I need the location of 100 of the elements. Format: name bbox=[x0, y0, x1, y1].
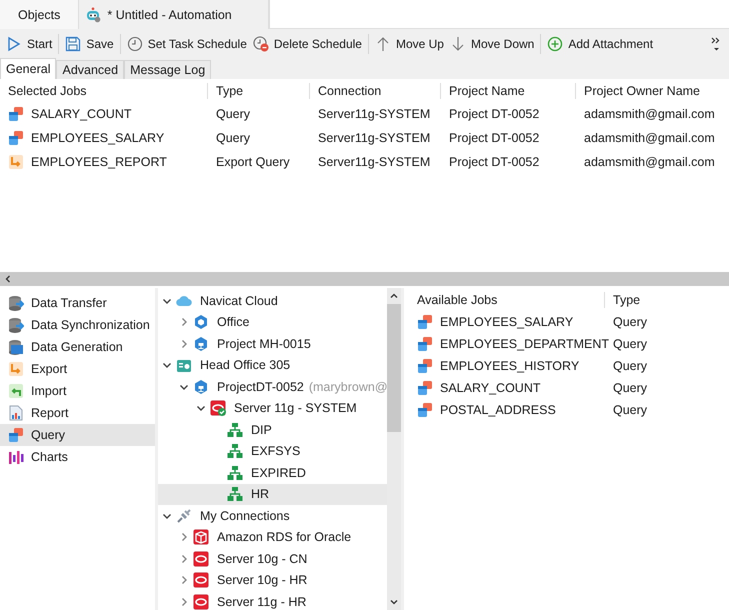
query-icon bbox=[417, 402, 433, 418]
tree-item[interactable]: Office bbox=[158, 312, 387, 333]
toolbar-button[interactable]: Delete Schedule bbox=[250, 34, 364, 54]
column-header[interactable]: Selected Jobs bbox=[8, 84, 87, 98]
tree-item[interactable]: ProjectDT-0052 (marybrown@ bbox=[158, 376, 387, 398]
category-item[interactable]: Charts bbox=[0, 446, 155, 468]
tree-item[interactable]: Amazon RDS for Oracle bbox=[158, 526, 387, 548]
category-item[interactable]: Query bbox=[0, 424, 155, 446]
scroll-left-icon[interactable] bbox=[4, 275, 12, 283]
table-cell: EMPLOYEES_REPORT bbox=[31, 155, 167, 169]
query-icon bbox=[8, 130, 24, 146]
tree-item[interactable]: Server 11g - HR bbox=[158, 591, 387, 610]
table-cell: Query bbox=[613, 315, 648, 329]
table-cell: Query bbox=[613, 403, 648, 417]
column-header[interactable]: Type bbox=[216, 84, 244, 98]
chevron-right-icon[interactable] bbox=[179, 596, 189, 607]
query-icon bbox=[417, 380, 433, 396]
tree-item[interactable]: My Connections bbox=[158, 505, 387, 526]
tab[interactable]: Advanced bbox=[56, 60, 124, 79]
chevron-right-icon[interactable] bbox=[179, 575, 189, 586]
tree-item[interactable]: EXFSYS bbox=[158, 440, 387, 462]
vertical-scrollbar[interactable] bbox=[387, 288, 401, 610]
table-cell: adamsmith@gmail.com bbox=[584, 131, 715, 145]
category-item[interactable]: Data Transfer bbox=[0, 292, 155, 314]
chevron-right-icon[interactable] bbox=[179, 532, 189, 542]
project-icon bbox=[193, 378, 209, 395]
column-header[interactable]: Project Name bbox=[449, 84, 525, 98]
database-icon bbox=[8, 295, 24, 311]
toolbar-button[interactable]: Save bbox=[63, 34, 116, 54]
table-cell: adamsmith@gmail.com bbox=[584, 155, 715, 169]
table-cell: Project DT-0052 bbox=[449, 131, 540, 145]
tree-item[interactable]: HR bbox=[158, 484, 387, 505]
category-item[interactable]: Export bbox=[0, 358, 155, 380]
database-icon bbox=[8, 339, 24, 355]
query-icon bbox=[417, 358, 433, 374]
category-item[interactable]: Data Synchronization bbox=[0, 314, 155, 336]
tree-item[interactable]: Head Office 305 bbox=[158, 354, 387, 376]
category-item[interactable]: Report bbox=[0, 402, 155, 424]
clock-delete-icon bbox=[252, 36, 269, 52]
table-cell: POSTAL_ADDRESS bbox=[440, 403, 556, 417]
table-cell: Project DT-0052 bbox=[449, 107, 540, 121]
plug-icon bbox=[176, 508, 192, 524]
table-cell: adamsmith@gmail.com bbox=[584, 107, 715, 121]
table-cell: Query bbox=[613, 337, 648, 351]
table-cell: EMPLOYEES_SALARY bbox=[31, 131, 164, 145]
overflow-icon[interactable] bbox=[711, 36, 721, 52]
tree-item[interactable]: DIP bbox=[158, 419, 387, 440]
server-icon bbox=[210, 400, 226, 416]
schema-icon bbox=[227, 422, 243, 438]
database-icon bbox=[8, 317, 24, 333]
toolbar-button[interactable]: Move Down bbox=[448, 34, 536, 54]
table-cell: EMPLOYEES_SALARY bbox=[440, 315, 574, 329]
office-icon bbox=[176, 357, 192, 374]
table-cell: Query bbox=[216, 107, 250, 121]
project-icon bbox=[193, 336, 209, 352]
clock-icon bbox=[126, 36, 143, 52]
toolbar-button[interactable]: Add Attachment bbox=[545, 34, 656, 54]
query-icon bbox=[417, 314, 433, 330]
scroll-up-icon[interactable] bbox=[390, 292, 398, 300]
toolbar-button[interactable]: Start bbox=[4, 34, 54, 54]
table-cell: EMPLOYEES_DEPARTMENT bbox=[440, 337, 610, 351]
tab[interactable]: General bbox=[0, 58, 56, 79]
table-cell: Server11g-SYSTEM bbox=[318, 131, 430, 145]
chevron-right-icon[interactable] bbox=[179, 338, 189, 349]
query-icon bbox=[417, 336, 433, 352]
toolbar-button[interactable]: Move Up bbox=[372, 34, 446, 54]
table-cell: EMPLOYEES_HISTORY bbox=[440, 359, 580, 373]
tree-item[interactable]: EXPIRED bbox=[158, 462, 387, 484]
schema-icon bbox=[227, 443, 243, 460]
owner-label: (marybrown@ bbox=[308, 380, 387, 394]
table-cell: Export Query bbox=[216, 155, 290, 169]
category-item[interactable]: Import bbox=[0, 380, 155, 402]
query-icon bbox=[8, 427, 24, 443]
column-header[interactable]: Type bbox=[613, 292, 640, 306]
column-header[interactable]: Project Owner Name bbox=[584, 84, 700, 98]
tree-item[interactable]: Project MH-0015 bbox=[158, 333, 387, 354]
tree-item[interactable]: Navicat Cloud bbox=[158, 290, 387, 312]
add-icon bbox=[547, 36, 564, 52]
tree-item[interactable]: Server 10g - CN bbox=[158, 548, 387, 570]
table-cell: Project DT-0052 bbox=[449, 155, 540, 169]
document-tab[interactable]: Objects bbox=[0, 0, 80, 29]
column-header[interactable]: Connection bbox=[318, 84, 382, 98]
chart-icon bbox=[8, 449, 24, 465]
hexagon-icon bbox=[193, 314, 209, 330]
export-icon bbox=[8, 361, 24, 377]
table-cell: Server11g-SYSTEM bbox=[318, 107, 430, 121]
column-header[interactable]: Available Jobs bbox=[417, 292, 498, 306]
chevron-down-icon[interactable] bbox=[162, 360, 172, 370]
server-icon bbox=[193, 550, 209, 567]
horizontal-scrollbar[interactable] bbox=[0, 272, 729, 286]
tab[interactable]: Message Log bbox=[124, 60, 212, 79]
tree-item[interactable]: Server 11g - SYSTEM bbox=[158, 398, 387, 419]
chevron-right-icon[interactable] bbox=[179, 317, 189, 328]
chevron-right-icon[interactable] bbox=[179, 554, 189, 564]
tree-item[interactable]: Server 10g - HR bbox=[158, 570, 387, 591]
play-icon bbox=[6, 36, 22, 52]
category-item[interactable]: Data Generation bbox=[0, 336, 155, 358]
scroll-down-icon[interactable] bbox=[390, 598, 398, 606]
toolbar-button[interactable]: Set Task Schedule bbox=[124, 34, 249, 54]
chevron-down-icon[interactable] bbox=[196, 403, 206, 414]
